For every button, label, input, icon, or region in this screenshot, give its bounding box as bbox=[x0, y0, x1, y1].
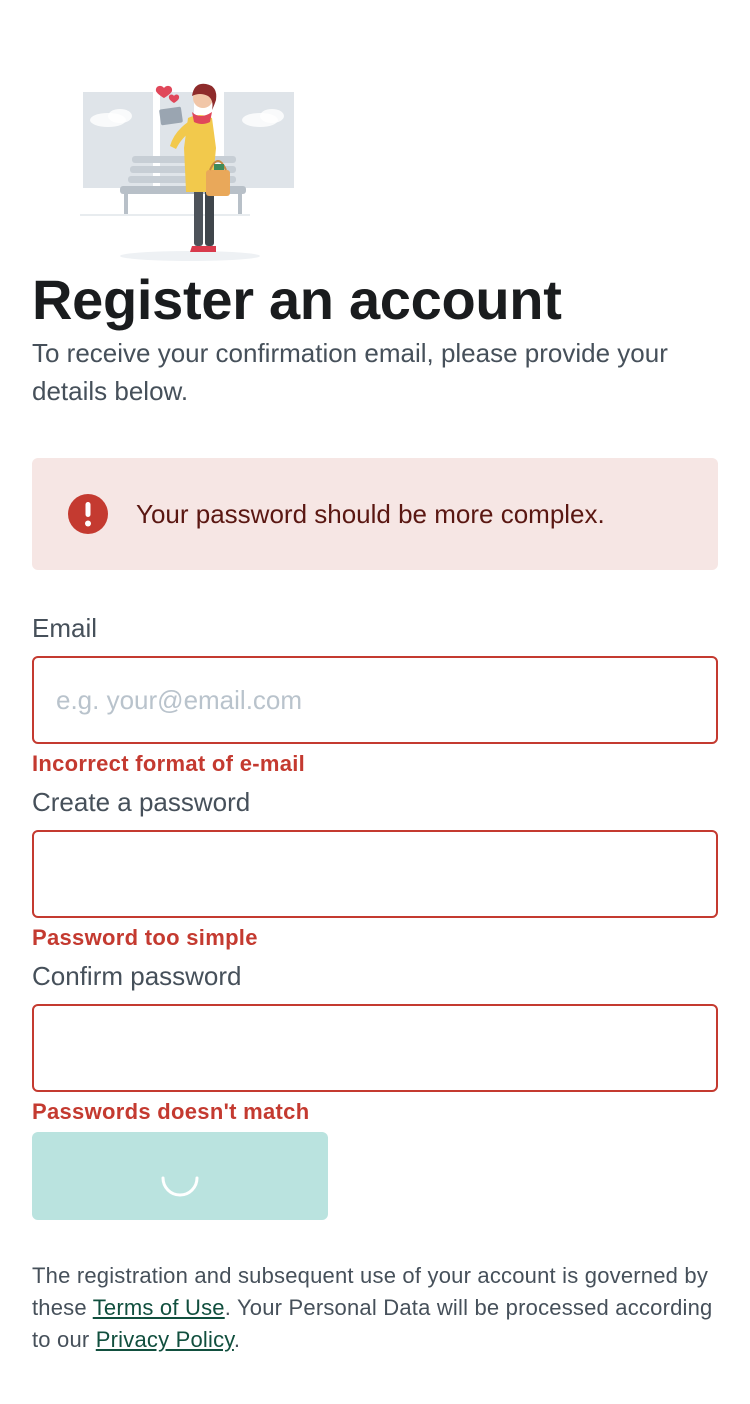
confirm-password-error: Passwords doesn't match bbox=[32, 1099, 310, 1124]
loading-spinner-icon bbox=[161, 1176, 199, 1197]
email-field[interactable] bbox=[32, 656, 718, 744]
page-subtitle: To receive your confirmation email, plea… bbox=[32, 338, 668, 406]
password-field[interactable] bbox=[32, 830, 718, 918]
email-error: Incorrect format of e-mail bbox=[32, 751, 306, 776]
page-title: Register an account bbox=[32, 268, 562, 331]
terms-of-use-link[interactable]: Terms of Use bbox=[93, 1295, 225, 1320]
privacy-policy-link[interactable]: Privacy Policy bbox=[96, 1327, 234, 1352]
password-label: Create a password bbox=[32, 787, 251, 817]
legal-notice: The registration and subsequent use of y… bbox=[32, 1260, 718, 1356]
confirm-password-field[interactable] bbox=[32, 1004, 718, 1092]
password-error: Password too simple bbox=[32, 925, 258, 950]
woman-with-tablet-illustration bbox=[80, 83, 294, 261]
confirm-password-label: Confirm password bbox=[32, 961, 242, 991]
alert-message: Your password should be more complex. bbox=[136, 499, 605, 529]
exclamation-icon bbox=[68, 494, 108, 534]
email-label: Email bbox=[32, 613, 98, 643]
error-alert: Your password should be more complex. bbox=[32, 458, 718, 570]
register-button[interactable] bbox=[32, 1132, 328, 1220]
legal-text-end: . bbox=[233, 1327, 241, 1352]
